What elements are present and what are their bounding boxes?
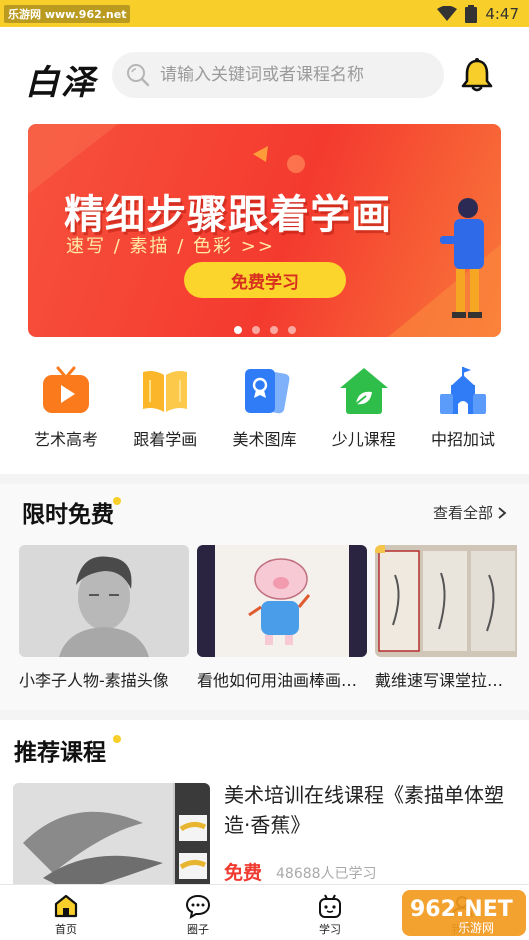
section-divider [0, 710, 529, 720]
banner-dot[interactable] [252, 326, 260, 334]
recommend-course-title[interactable]: 美术培训在线课程《素描单体塑造·香蕉》 [224, 780, 514, 840]
category-art-exam[interactable]: 艺术高考 [18, 366, 114, 456]
see-all-label: 查看全部 [433, 504, 494, 522]
nav-home[interactable]: 首页 [0, 885, 132, 940]
title-accent-dot [113, 735, 121, 743]
category-label: 艺术高考 [33, 430, 98, 449]
title-accent-dot [113, 497, 121, 505]
category-follow-draw[interactable]: 跟着学画 [117, 366, 213, 456]
course-thumbnail [19, 545, 189, 657]
svg-text:乐游网: 乐游网 [458, 921, 494, 935]
status-right: 4:47 [437, 4, 519, 23]
search-input[interactable] [160, 65, 430, 85]
recommend-course-thumbnail[interactable] [13, 783, 210, 893]
banner-pagination [234, 326, 296, 334]
category-label: 中招加试 [430, 430, 495, 449]
violin-sketch-image [375, 545, 517, 657]
category-entrance-test[interactable]: 中招加试 [415, 366, 511, 456]
pig-drawing-image [197, 545, 367, 657]
tv-play-icon [43, 366, 89, 413]
banner-dot[interactable] [270, 326, 278, 334]
site-watermark-logo: 962.NET 乐游网 [402, 890, 526, 936]
category-grid: 艺术高考 跟着学画 美术图库 少儿课程 中招加试 [18, 366, 511, 456]
banner-dot[interactable] [288, 326, 296, 334]
see-all-link[interactable]: 查看全部 [433, 502, 507, 523]
promo-banner[interactable]: 精细步骤跟着学画 速写 / 素描 / 色彩 >> 免费学习 [28, 124, 501, 337]
section-divider [0, 474, 529, 484]
chat-bubble-icon [185, 894, 211, 919]
open-book-icon [143, 371, 188, 412]
portrait-sketch-image [19, 545, 189, 657]
banana-sketch-image [13, 783, 210, 893]
search-bar[interactable] [112, 52, 444, 98]
free-course-card[interactable]: 小李子人物-素描头像 [19, 545, 189, 691]
nav-study[interactable]: 学习 [264, 885, 396, 940]
wifi-icon [437, 5, 458, 21]
svg-text:962.NET: 962.NET [410, 897, 513, 922]
course-thumbnail [197, 545, 367, 657]
status-time: 4:47 [485, 4, 519, 23]
home-icon [54, 894, 78, 918]
free-learn-button[interactable]: 免费学习 [184, 262, 346, 298]
house-leaf-icon [339, 368, 388, 414]
category-label: 少儿课程 [331, 430, 396, 449]
course-title: 戴维速写课堂拉小提琴 [375, 671, 517, 690]
category-label: 跟着学画 [133, 430, 198, 449]
course-title: 小李子人物-素描头像 [19, 671, 169, 690]
category-art-gallery[interactable]: 美术图库 [217, 366, 313, 456]
nav-label: 圈子 [187, 923, 209, 936]
banner-subtitle[interactable]: 速写 / 素描 / 色彩 >> [66, 232, 275, 258]
status-bar: 乐游网 www.962.net 4:47 [0, 0, 529, 27]
recommend-course-price: 免费 [224, 862, 263, 884]
category-label: 美术图库 [232, 430, 297, 449]
banner-dot[interactable] [234, 326, 242, 334]
status-watermark: 乐游网 www.962.net [4, 4, 131, 23]
nav-circle[interactable]: 圈子 [132, 885, 264, 940]
battery-icon [465, 4, 478, 23]
app-logo: 白泽 [25, 63, 97, 103]
recommend-section-title: 推荐课程 [14, 740, 106, 766]
study-robot-icon [319, 894, 341, 918]
search-icon [127, 64, 150, 87]
free-course-card[interactable]: 看他如何用油画棒画小猪 [197, 545, 367, 691]
course-thumbnail [375, 545, 517, 657]
free-section-title: 限时免费 [22, 502, 114, 528]
chevron-right-icon [498, 506, 507, 519]
nav-label: 首页 [55, 923, 77, 936]
nav-label: 学习 [319, 923, 341, 936]
recommend-learner-count: 48688人已学习 [276, 866, 377, 882]
header: 白泽 [0, 45, 529, 105]
free-course-card[interactable]: 戴维速写课堂拉小提琴 [375, 545, 517, 691]
category-kids-course[interactable]: 少儿课程 [316, 366, 412, 456]
bell-icon[interactable] [460, 57, 494, 93]
course-title: 看他如何用油画棒画小猪 [197, 671, 367, 690]
gallery-cards-icon [244, 369, 289, 414]
school-building-icon [440, 367, 486, 414]
